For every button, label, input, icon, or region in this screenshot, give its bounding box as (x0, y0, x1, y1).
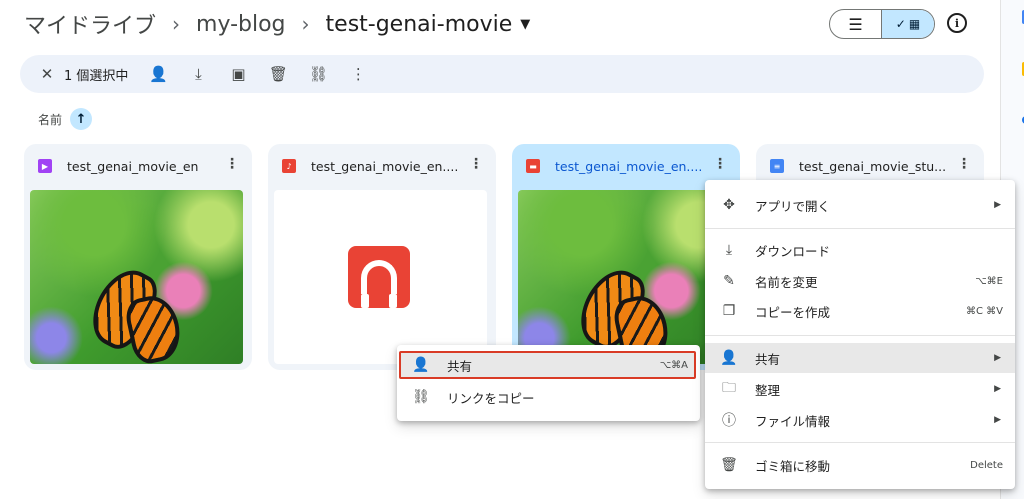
movie-file-icon: ▬ (526, 159, 540, 173)
menu-file-info[interactable]: ⓘ ファイル情報 ▶ (705, 405, 1015, 435)
trash-icon: 🗑 (268, 65, 288, 83)
list-view-button[interactable]: ☰ (830, 10, 882, 38)
chevron-right-icon: › (172, 12, 181, 36)
copy-icon: ❐ (722, 303, 736, 319)
menu-rename[interactable]: ✎ 名前を変更 ⌥⌘E (705, 266, 1015, 296)
breadcrumb: マイドライブ › my-blog › test-genai-movie ▼ (24, 6, 530, 42)
file-name: test_genai_movie_en.... (555, 158, 703, 174)
menu-label: ゴミ箱に移動 (755, 458, 831, 474)
shortcut-label: ⌥⌘A (659, 359, 688, 371)
submenu-arrow-icon: ▶ (994, 200, 1001, 210)
file-card[interactable]: ▶ test_genai_movie_en ⋮ (24, 144, 252, 370)
file-name: test_genai_movie_en.... (311, 158, 459, 174)
more-vert-icon[interactable]: ⋮ (224, 156, 240, 172)
submenu-arrow-icon: ▶ (994, 353, 1001, 363)
submenu-share-label: 共有 (447, 358, 473, 374)
file-name: test_genai_movie_en (67, 158, 199, 174)
close-icon: ✕ (40, 65, 54, 83)
menu-open-with[interactable]: ✥ アプリで開く ▶ (705, 190, 1015, 220)
more-actions-button[interactable]: ⋮ (338, 55, 378, 93)
menu-move-to-trash[interactable]: 🗑 ゴミ箱に移動 Delete (705, 450, 1015, 480)
submenu-share-item[interactable]: 👤 共有 ⌥⌘A (397, 351, 700, 379)
info-icon: ⓘ (722, 413, 736, 429)
selection-count: 1 個選択中 (64, 68, 129, 84)
check-icon: ✓ (895, 17, 906, 31)
list-icon: ☰ (848, 14, 863, 34)
submenu-copy-link-item[interactable]: ⛓ リンクをコピー (397, 383, 700, 411)
sort-header[interactable]: 名前 ↑ (38, 108, 93, 130)
download-icon: ⤓ (195, 65, 202, 83)
share-submenu: 👤 共有 ⌥⌘A ⛓ リンクをコピー (397, 345, 700, 421)
sort-label: 名前 (38, 112, 63, 127)
view-toggle: ☰ ✓ ▦ (829, 9, 935, 39)
headphones-icon (348, 246, 410, 308)
context-menu: ✥ アプリで開く ▶ ⤓ ダウンロード ✎ 名前を変更 ⌥⌘E ❐ コピーを作成… (705, 180, 1015, 489)
grid-view-button[interactable]: ✓ ▦ (882, 10, 934, 38)
file-card[interactable]: ♪ test_genai_movie_en.... ⋮ (268, 144, 496, 370)
menu-share[interactable]: 👤 共有 ▶ (705, 343, 1015, 373)
grid-icon: ▦ (908, 17, 921, 31)
more-vert-icon[interactable]: ⋮ (712, 156, 728, 172)
link-icon: ⛓ (308, 65, 328, 83)
file-thumbnail (274, 190, 487, 364)
menu-label: ファイル情報 (755, 413, 831, 429)
link-icon: ⛓ (412, 389, 430, 405)
more-vert-icon[interactable]: ⋮ (468, 156, 484, 172)
shortcut-label: Delete (970, 459, 1003, 471)
audio-file-icon: ♪ (282, 159, 296, 173)
info-icon[interactable]: i (947, 13, 967, 33)
trash-icon: 🗑 (720, 457, 738, 473)
shortcut-label: ⌥⌘E (975, 275, 1003, 287)
menu-label: ダウンロード (755, 243, 831, 259)
folder-icon: 🗀 (722, 380, 736, 396)
more-vert-icon[interactable]: ⋮ (956, 156, 972, 172)
menu-label: アプリで開く (755, 198, 831, 214)
pencil-icon: ✎ (723, 273, 735, 289)
file-name: test_genai_movie_stu... (799, 158, 947, 174)
dropdown-caret-icon[interactable]: ▼ (520, 17, 530, 32)
card-header: ♪ test_genai_movie_en.... (268, 144, 496, 188)
selection-toolbar: ✕ 1 個選択中 👤 ⤓ ▣ 🗑 ⛓ ⋮ (20, 55, 984, 93)
move-arrows-icon: ✥ (723, 197, 735, 213)
menu-make-copy[interactable]: ❐ コピーを作成 ⌘C ⌘V (705, 296, 1015, 326)
clear-selection-button[interactable]: ✕ (32, 55, 62, 93)
menu-label: 共有 (755, 351, 781, 367)
trash-button[interactable]: 🗑 (258, 55, 298, 93)
chevron-right-icon: › (301, 12, 310, 36)
document-file-icon: ≡ (770, 159, 784, 173)
breadcrumb-current[interactable]: test-genai-movie (326, 12, 513, 37)
copy-link-button[interactable]: ⛓ (298, 55, 338, 93)
add-person-icon: 👤 (412, 357, 430, 373)
download-button[interactable]: ⤓ (178, 55, 218, 93)
move-folder-icon: ▣ (231, 65, 246, 83)
video-file-icon: ▶ (38, 159, 52, 173)
breadcrumb-folder[interactable]: my-blog (196, 12, 286, 37)
menu-label: 整理 (755, 382, 781, 398)
card-header: ▶ test_genai_movie_en (24, 144, 252, 188)
file-thumbnail (30, 190, 243, 364)
submenu-copy-link-label: リンクをコピー (447, 390, 535, 406)
file-thumbnail (518, 190, 731, 364)
submenu-arrow-icon: ▶ (994, 415, 1001, 425)
more-vert-icon: ⋮ (350, 65, 366, 83)
share-button[interactable]: 👤 (138, 55, 178, 93)
menu-divider (705, 335, 1015, 336)
arrow-up-icon[interactable]: ↑ (70, 108, 93, 130)
shortcut-label: ⌘C ⌘V (965, 305, 1003, 317)
menu-divider (705, 442, 1015, 443)
add-person-icon: 👤 (720, 350, 738, 366)
menu-download[interactable]: ⤓ ダウンロード (705, 235, 1015, 265)
butterfly-image (81, 260, 186, 364)
add-person-icon: 👤 (149, 65, 168, 83)
menu-divider (705, 228, 1015, 229)
menu-organize[interactable]: 🗀 整理 ▶ (705, 374, 1015, 404)
menu-label: コピーを作成 (755, 304, 831, 320)
menu-label: 名前を変更 (755, 274, 818, 290)
move-button[interactable]: ▣ (218, 55, 258, 93)
breadcrumb-my-drive[interactable]: マイドライブ (24, 8, 156, 40)
download-icon: ⤓ (725, 242, 733, 258)
submenu-arrow-icon: ▶ (994, 384, 1001, 394)
